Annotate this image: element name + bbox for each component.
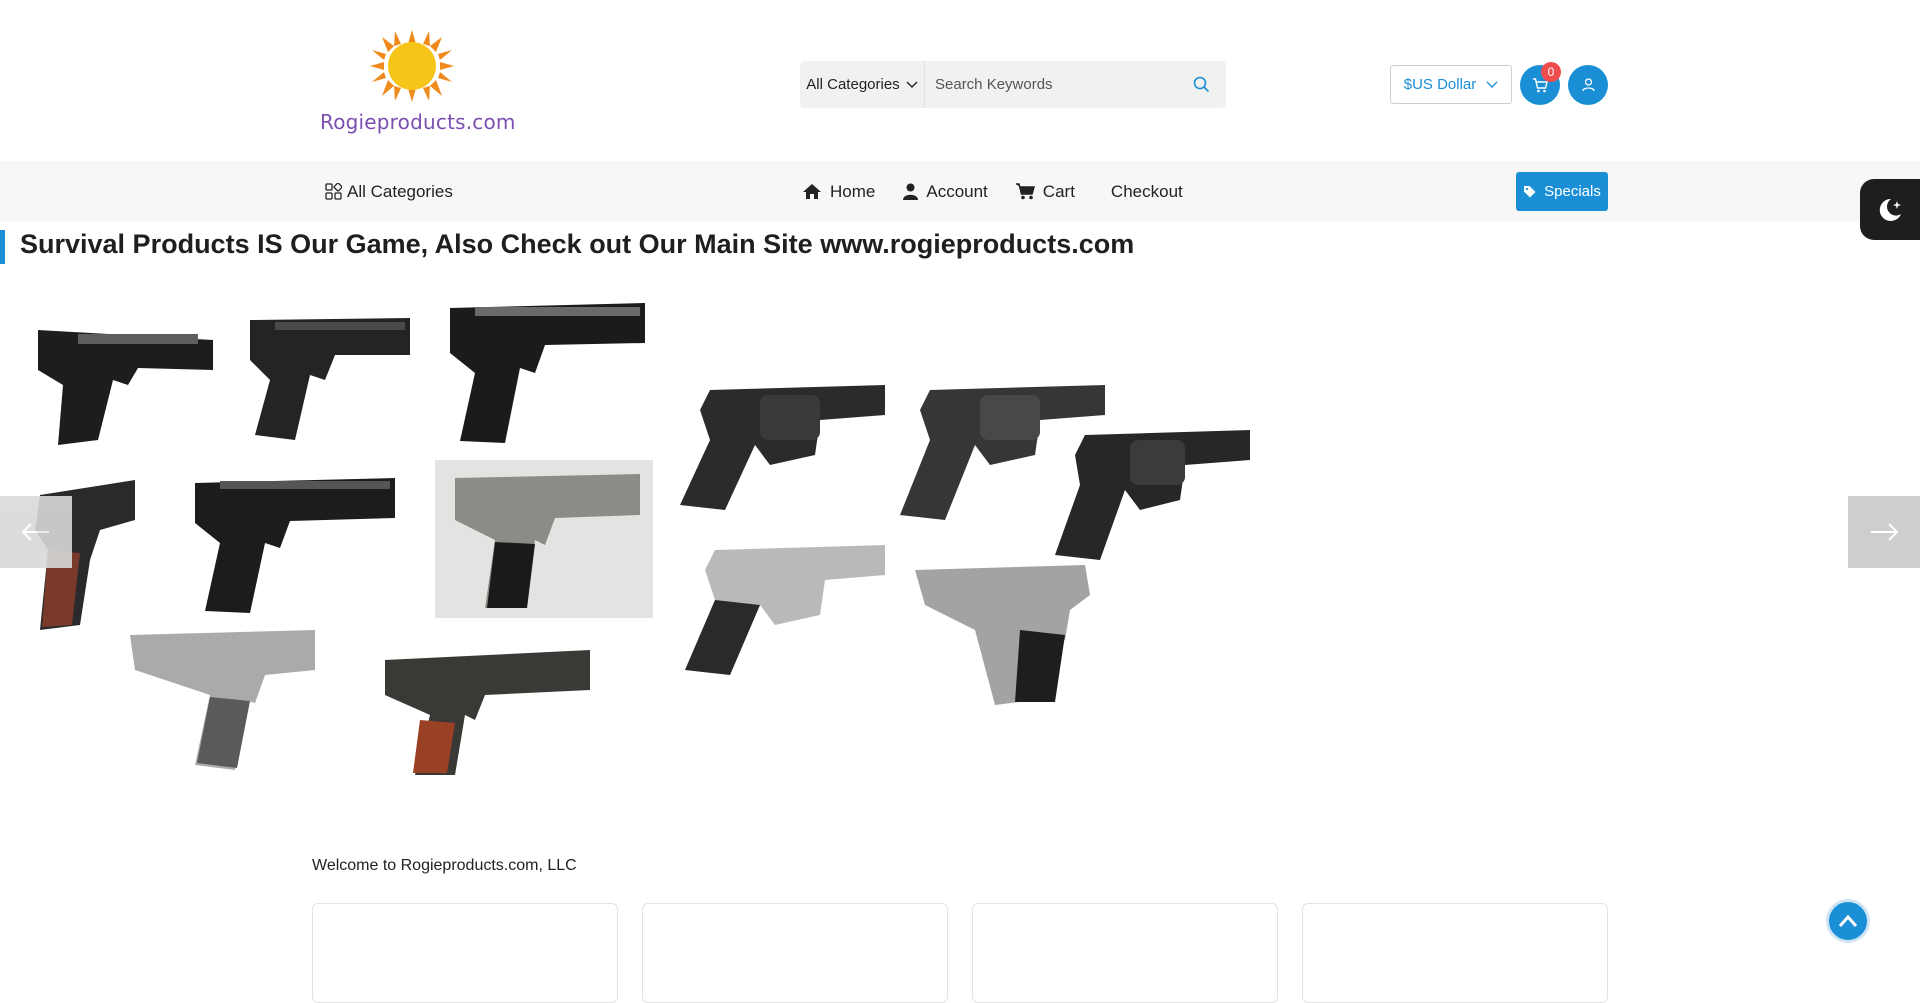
specials-button[interactable]: Specials	[1516, 172, 1608, 211]
theme-toggle-button[interactable]	[1860, 179, 1920, 240]
nav-cart-label: Cart	[1042, 181, 1075, 201]
welcome-text: Welcome to Rogieproducts.com, LLC	[312, 857, 577, 874]
revolver-image	[680, 385, 885, 510]
search-bar: All Categories	[800, 61, 1226, 108]
arrow-right-icon	[1871, 523, 1899, 541]
site-header: Rogieproducts.com All Categories $US Dol…	[0, 0, 1920, 161]
product-card[interactable]	[972, 903, 1278, 1003]
nav-checkout[interactable]: Checkout	[1111, 182, 1183, 202]
nav-links: Home Account Cart Checkout	[802, 161, 1211, 222]
product-card[interactable]	[642, 903, 948, 1003]
pistol-image	[435, 460, 653, 618]
product-card[interactable]	[1302, 903, 1608, 1003]
cart-icon	[1015, 183, 1035, 200]
slider-next-button[interactable]	[1848, 496, 1920, 568]
search-button[interactable]	[1176, 61, 1226, 108]
pistol-image	[38, 330, 213, 445]
currency-label: $US Dollar	[1403, 76, 1477, 93]
pistol-image	[250, 318, 410, 440]
search-input[interactable]	[925, 61, 1176, 108]
moon-star-icon	[1879, 198, 1901, 221]
scroll-to-top-button[interactable]	[1826, 899, 1870, 943]
specials-label: Specials	[1544, 183, 1601, 200]
cart-count-badge: 0	[1541, 62, 1561, 82]
pistol-image	[195, 478, 395, 613]
main-navbar: All Categories Home Account Cart Checkou…	[0, 161, 1920, 222]
all-categories-label: All Categories	[347, 181, 453, 201]
title-accent-bar	[0, 230, 5, 264]
header-account-button[interactable]	[1568, 65, 1608, 105]
chevron-up-icon	[1838, 914, 1858, 927]
currency-select[interactable]: $US Dollar	[1390, 65, 1512, 104]
nav-checkout-label: Checkout	[1110, 181, 1183, 201]
nav-home-label: Home	[830, 181, 876, 201]
nav-home[interactable]: Home	[802, 182, 875, 202]
logo-text: Rogieproducts.com	[320, 110, 516, 134]
nav-account-label: Account	[926, 181, 988, 201]
revolver-image	[915, 565, 1090, 705]
tag-icon	[1524, 186, 1536, 198]
revolver-image	[685, 545, 885, 675]
hero-slider	[0, 285, 1920, 795]
pistol-image	[385, 650, 590, 775]
user-icon	[903, 183, 919, 200]
slider-prev-button[interactable]	[0, 496, 72, 568]
search-icon	[1193, 76, 1209, 93]
home-icon	[803, 184, 821, 199]
search-category-label: All Categories	[806, 76, 900, 93]
chevron-down-icon	[906, 81, 918, 88]
revolver-image	[1055, 430, 1250, 560]
chevron-down-icon	[1486, 81, 1498, 88]
nav-cart[interactable]: Cart	[1015, 181, 1075, 202]
pistol-image	[130, 630, 315, 770]
sun-logo-icon	[370, 30, 454, 102]
search-category-select[interactable]: All Categories	[800, 61, 925, 108]
site-logo[interactable]: Rogieproducts.com	[320, 30, 516, 142]
nav-account[interactable]: Account	[903, 181, 988, 202]
arrow-left-icon	[21, 523, 49, 541]
grid-icon	[325, 183, 342, 200]
all-categories-menu[interactable]: All Categories	[325, 161, 453, 222]
pistol-image	[450, 303, 645, 443]
product-card[interactable]	[312, 903, 618, 1003]
page-title: Survival Products IS Our Game, Also Chec…	[20, 229, 1135, 259]
user-icon	[1581, 78, 1595, 92]
